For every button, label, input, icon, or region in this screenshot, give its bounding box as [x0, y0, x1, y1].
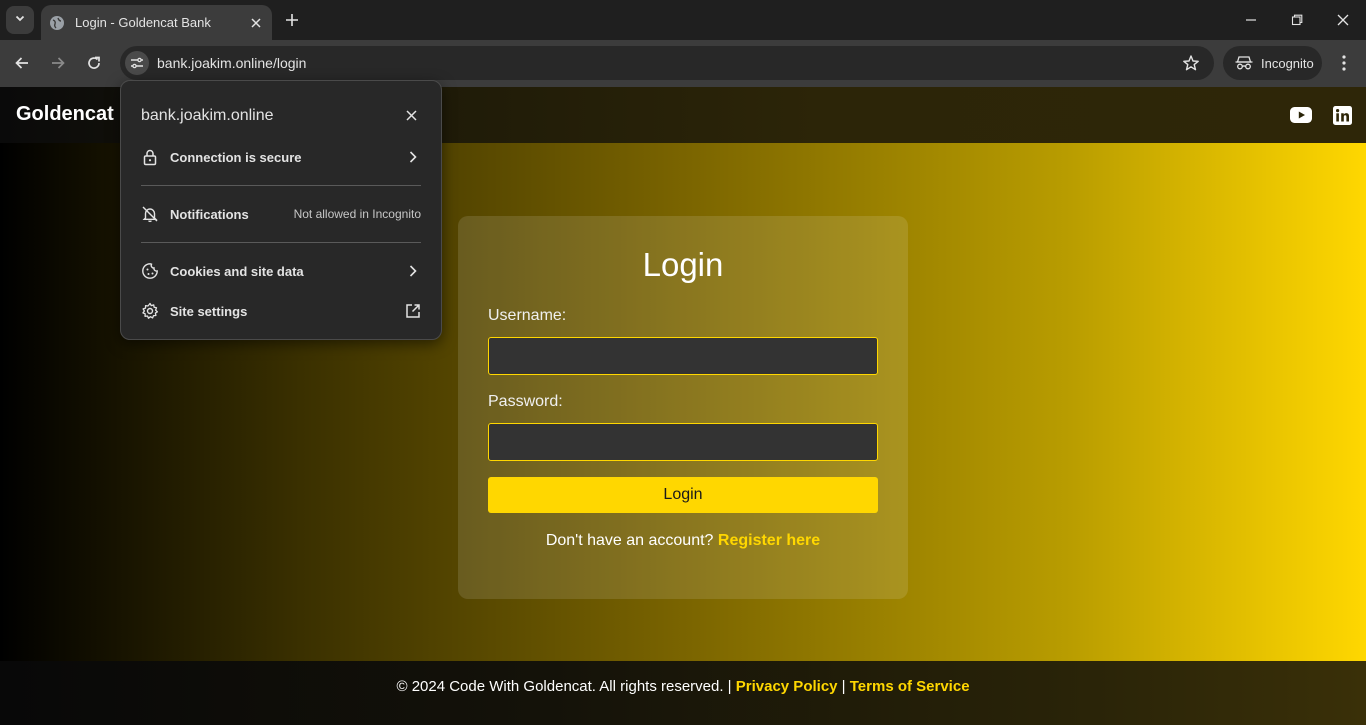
login-button[interactable]: Login	[488, 477, 878, 513]
minimize-button[interactable]	[1241, 10, 1261, 30]
terms-of-service-link[interactable]: Terms of Service	[850, 678, 970, 695]
chevron-right-icon	[405, 263, 421, 279]
privacy-policy-link[interactable]: Privacy Policy	[736, 678, 838, 695]
open-in-new-icon	[405, 303, 421, 319]
register-link[interactable]: Register here	[718, 532, 820, 549]
connection-label: Connection is secure	[170, 149, 302, 165]
tab-close-button[interactable]	[248, 15, 264, 31]
restore-icon	[1291, 14, 1303, 26]
incognito-indicator[interactable]: Incognito	[1223, 46, 1322, 80]
close-icon	[1337, 14, 1349, 26]
url-text: bank.joakim.online/login	[157, 55, 307, 71]
cookies-row[interactable]: Cookies and site data	[121, 253, 441, 289]
notifications-label: Notifications	[170, 206, 249, 222]
incognito-label: Incognito	[1261, 55, 1314, 71]
popup-divider	[141, 242, 421, 243]
chevron-down-icon	[14, 11, 26, 29]
close-icon	[405, 109, 417, 121]
tab-strip: Login - Goldencat Bank	[0, 0, 1366, 40]
forward-button[interactable]	[47, 52, 69, 74]
site-settings-row[interactable]: Site settings	[121, 293, 441, 329]
notifications-row: Notifications Not allowed in Incognito	[121, 196, 441, 232]
lock-icon	[141, 148, 159, 166]
username-label: Username:	[488, 307, 567, 324]
bell-off-icon	[141, 205, 159, 223]
restore-button[interactable]	[1287, 10, 1307, 30]
youtube-icon[interactable]	[1290, 104, 1312, 126]
linkedin-icon[interactable]	[1331, 104, 1353, 126]
popup-site-title: bank.joakim.online	[141, 107, 274, 124]
popup-close-button[interactable]	[403, 107, 419, 123]
footer-separator: |	[841, 678, 846, 695]
password-input[interactable]	[488, 423, 878, 461]
globe-icon	[49, 15, 65, 31]
brand-logo-text[interactable]: Goldencat	[16, 103, 114, 126]
site-info-popup: bank.joakim.online Connection is secure …	[120, 80, 442, 340]
login-card: Login Username: Password: Login Don't ha…	[458, 216, 908, 599]
password-label: Password:	[488, 393, 563, 410]
more-vert-icon	[1342, 55, 1346, 71]
site-info-button[interactable]	[125, 51, 149, 75]
cookie-icon	[141, 262, 159, 280]
connection-secure-row[interactable]: Connection is secure	[121, 139, 441, 175]
copyright-text: © 2024 Code With Goldencat. All rights r…	[396, 678, 732, 695]
tab-title: Login - Goldencat Bank	[75, 15, 211, 30]
arrow-right-icon	[50, 55, 66, 71]
close-window-button[interactable]	[1333, 10, 1353, 30]
register-prompt: Don't have an account? Register here	[458, 532, 908, 550]
popup-divider	[141, 185, 421, 186]
browser-tab[interactable]: Login - Goldencat Bank	[41, 5, 272, 40]
incognito-icon	[1235, 56, 1261, 70]
gear-icon	[141, 302, 159, 320]
close-icon	[251, 17, 261, 28]
site-footer: © 2024 Code With Goldencat. All rights r…	[0, 661, 1366, 725]
notifications-value: Not allowed in Incognito	[293, 207, 421, 221]
arrow-left-icon	[14, 55, 30, 71]
register-prompt-text: Don't have an account?	[545, 532, 714, 549]
chevron-right-icon	[405, 149, 421, 165]
site-settings-label: Site settings	[170, 303, 248, 319]
tab-search-button[interactable]	[6, 6, 34, 34]
new-tab-button[interactable]	[282, 10, 302, 30]
reload-button[interactable]	[83, 52, 105, 74]
tune-icon	[130, 56, 144, 70]
minimize-icon	[1245, 14, 1257, 26]
cookies-label: Cookies and site data	[170, 263, 304, 279]
back-button[interactable]	[11, 52, 33, 74]
username-input[interactable]	[488, 337, 878, 375]
login-heading: Login	[642, 246, 724, 283]
reload-icon	[86, 55, 102, 71]
plus-icon	[285, 13, 299, 27]
browser-menu-button[interactable]	[1334, 52, 1354, 74]
bookmark-star-icon[interactable]	[1182, 54, 1200, 72]
address-bar[interactable]: bank.joakim.online/login	[120, 46, 1214, 80]
